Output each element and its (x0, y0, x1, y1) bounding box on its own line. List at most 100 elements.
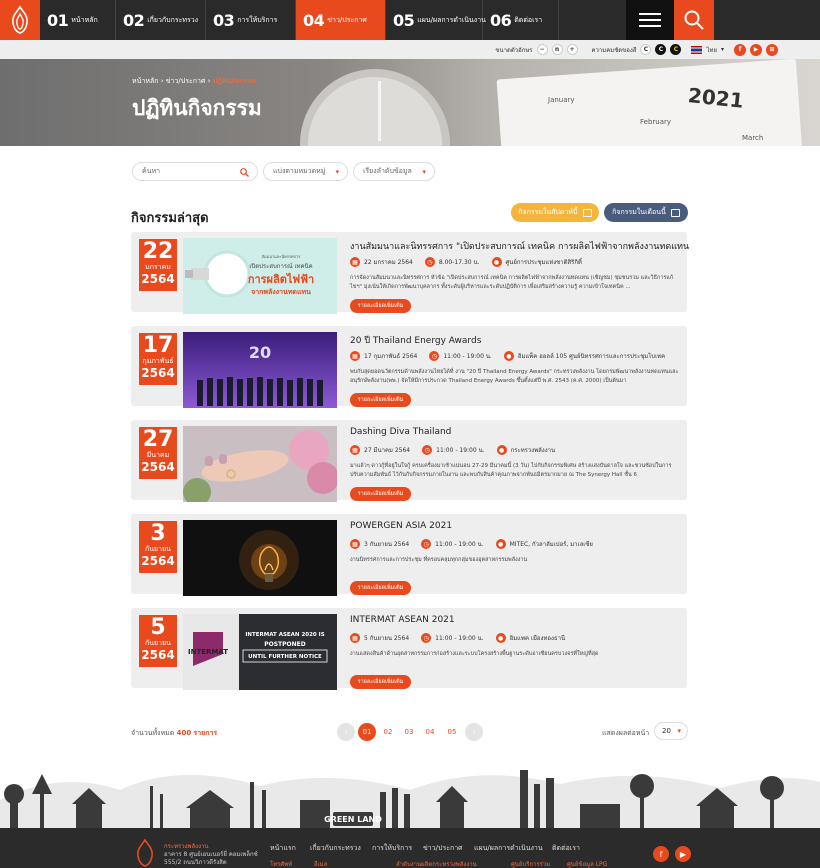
event-card[interactable]: 17 กุมภาพันธ์ 2564 20 20 ปี Thailand Ene… (131, 326, 687, 408)
next-page-button[interactable]: › (465, 723, 483, 741)
page-button-5[interactable]: 05 (443, 723, 461, 741)
event-thumbnail[interactable] (183, 520, 337, 596)
thumb-text: POSTPONED (264, 641, 306, 648)
event-time: 11:00 - 19:00 น. (443, 353, 492, 360)
nav-item-news[interactable]: 04 ข่าว/ประกาศ (296, 0, 386, 40)
footer-nav-services[interactable]: การให้บริการ (372, 843, 412, 854)
nav-item-about[interactable]: 02 เกี่ยวกับกระทรวง (116, 0, 206, 40)
footer-nav-plans[interactable]: แผน/ผลการดำเนินงาน (474, 843, 543, 854)
event-title[interactable]: งานสัมมนาและนิทรรศการ "เปิดประสบการณ์ เท… (350, 239, 689, 253)
youtube-icon[interactable]: ▶ (675, 846, 691, 862)
event-title[interactable]: Dashing Diva Thailand (350, 427, 451, 437)
search-button[interactable] (674, 0, 714, 40)
ministry-logo[interactable] (0, 0, 40, 40)
per-page-value: 20 (662, 727, 671, 735)
thai-flag-icon (691, 45, 703, 54)
chevron-down-icon: ▾ (720, 46, 724, 53)
nav-num: 06 (490, 10, 512, 30)
text-larger-button[interactable]: + (566, 44, 578, 55)
thumb-text: สัมมนาและนิทรรศการ (262, 254, 302, 259)
contrast-default-button[interactable]: C (640, 44, 652, 55)
event-thumbnail[interactable]: สัมมนาและนิทรรศการ เปิดประสบการณ์ เทคนิค… (183, 238, 337, 314)
chevron-down-icon: ▾ (677, 727, 681, 735)
footer-sub-link[interactable]: ศูนย์ข้อมูล LPG (567, 859, 607, 868)
search-icon (240, 168, 249, 177)
event-card[interactable]: 22 มกราคม 2564 สัมมนาและนิทรรศการ เปิดปร… (131, 232, 689, 314)
event-more-button[interactable]: รายละเอียดเพิ่มเติม (350, 393, 411, 407)
event-date-badge: 5 กันยายน 2564 (139, 615, 177, 667)
event-place: อิมแพค เมืองทองธานี (509, 635, 566, 642)
hamburger-menu-button[interactable] (626, 0, 674, 40)
page-button-2[interactable]: 02 (379, 723, 397, 741)
event-thumbnail[interactable]: 20 (183, 332, 337, 408)
event-thumbnail[interactable] (183, 426, 337, 502)
contrast-yellow-button[interactable]: C (670, 44, 682, 55)
event-card[interactable]: 5 กันยายน 2564 INTERMAT INTERMAT ASEAN 2… (131, 608, 687, 690)
page-button-3[interactable]: 03 (400, 723, 418, 741)
thumb-text: UNTIL FURTHER NOTICE (248, 654, 322, 660)
page-button-4[interactable]: 04 (421, 723, 439, 741)
nav-label: หน้าหลัก (71, 15, 98, 24)
event-meta: ▦ 22 มกราคม 2564 ◷ 8.00-17.30 น. ● ศูนย์การ… (350, 257, 582, 267)
text-smaller-button[interactable]: − (536, 44, 548, 55)
nav-item-plans[interactable]: 05 แผน/ผลการดำเนินงาน (386, 0, 486, 40)
footer-nav-home[interactable]: หน้าแรก (270, 843, 296, 854)
footer-nav-contact[interactable]: ติดต่อเรา (552, 843, 580, 854)
event-more-button[interactable]: รายละเอียดเพิ่มเติม (350, 487, 411, 501)
per-page-select[interactable]: 20 ▾ (654, 722, 688, 740)
event-month: มกราคม (145, 263, 171, 271)
event-date: 27 มีนาคม 2564 (364, 447, 411, 454)
facebook-icon[interactable]: f (734, 43, 746, 56)
sitemap-icon[interactable]: ⊞ (766, 43, 778, 56)
event-card[interactable]: 3 กันยายน 2564 POWERGEN ASIA 2021 ▦ 3 กัน… (131, 514, 687, 596)
event-day: 27 (142, 427, 174, 452)
chevron-down-icon: ▾ (335, 168, 339, 176)
location-pin-icon: ● (495, 633, 506, 643)
section-title: กิจกรรมล่าสุด (131, 211, 209, 226)
footer-nav-about[interactable]: เกี่ยวกับกระทรวง (310, 843, 361, 854)
event-more-button[interactable]: รายละเอียดเพิ่มเติม (350, 581, 411, 595)
footer-org: กระทรวงพลังงาน อาคาร 8 ศูนย์เอนเนอร์ยี่ … (164, 843, 258, 867)
language-select[interactable]: ไทย (706, 45, 717, 55)
contrast-dark-button[interactable]: C (655, 44, 667, 55)
event-card[interactable]: 27 มีนาคม 2564 Dashing Diva Thailand ▦ 27… (131, 420, 687, 502)
page-button-1[interactable]: 01 (358, 723, 376, 741)
prev-page-button[interactable]: ‹ (337, 723, 355, 741)
thumb-text: เปิดประสบการณ์ เทคนิค (249, 262, 312, 270)
event-more-button[interactable]: รายละเอียดเพิ่มเติม (350, 299, 411, 313)
category-select[interactable]: แบ่งตามหมวดหมู่ ▾ (263, 162, 348, 181)
text-normal-button[interactable]: n (551, 44, 563, 55)
event-day: 17 (142, 333, 174, 358)
footer-nav-news[interactable]: ข่าว/ประกาศ (423, 843, 463, 854)
this-month-button[interactable]: กิจกรรมในเดือนนี้ (604, 203, 688, 222)
event-more-button[interactable]: รายละเอียดเพิ่มเติม (350, 675, 411, 689)
event-thumbnail[interactable]: INTERMAT INTERMAT ASEAN 2020 IS POSTPONE… (183, 614, 337, 690)
event-title[interactable]: 20 ปี Thailand Energy Awards (350, 333, 481, 347)
event-year: 2564 (141, 460, 175, 474)
event-title[interactable]: INTERMAT ASEAN 2021 (350, 615, 455, 625)
facebook-icon[interactable]: f (653, 846, 669, 862)
breadcrumb-home[interactable]: หน้าหลัก (132, 77, 158, 85)
footer-sub-phone[interactable]: โทรศัพท์ (270, 859, 292, 868)
location-pin-icon: ● (503, 351, 514, 361)
event-title[interactable]: POWERGEN ASIA 2021 (350, 521, 452, 531)
event-day: 22 (142, 239, 174, 264)
footer-org-name: กระทรวงพลังงาน (164, 843, 209, 850)
nav-num: 05 (393, 10, 415, 30)
youtube-icon[interactable]: ▶ (750, 43, 762, 56)
footer-art-label: GREEN LAND (324, 815, 382, 824)
nav-num: 01 (47, 10, 69, 30)
sort-select[interactable]: เรียงลำดับข้อมูล ▾ (353, 162, 435, 181)
nav-item-contact[interactable]: 06 ติดต่อเรา (483, 0, 559, 40)
search-input[interactable]: ค้นหา (132, 162, 258, 181)
footer-sub-link[interactable]: ศูนย์บริการร่วม (511, 859, 550, 868)
event-meta: ▦ 17 กุมภาพันธ์ 2564 ◷ 11:00 - 19:00 น. ● อ… (350, 351, 665, 361)
nav-item-services[interactable]: 03 การให้บริการ (206, 0, 296, 40)
event-time: 11:00 - 19:00 น. (435, 635, 484, 642)
this-week-button[interactable]: กิจกรรมในสัปดาห์นี้ (511, 203, 599, 222)
nav-item-home[interactable]: 01 หน้าหลัก (40, 0, 116, 40)
this-week-label: กิจกรรมในสัปดาห์นี้ (518, 208, 578, 216)
footer-sub-link[interactable]: ลำดับงานผลิตกระทรวงพลังงาน (396, 859, 477, 868)
footer-sub-email[interactable]: อีเมล (314, 859, 327, 868)
breadcrumb-news[interactable]: ข่าว/ประกาศ (166, 77, 206, 85)
